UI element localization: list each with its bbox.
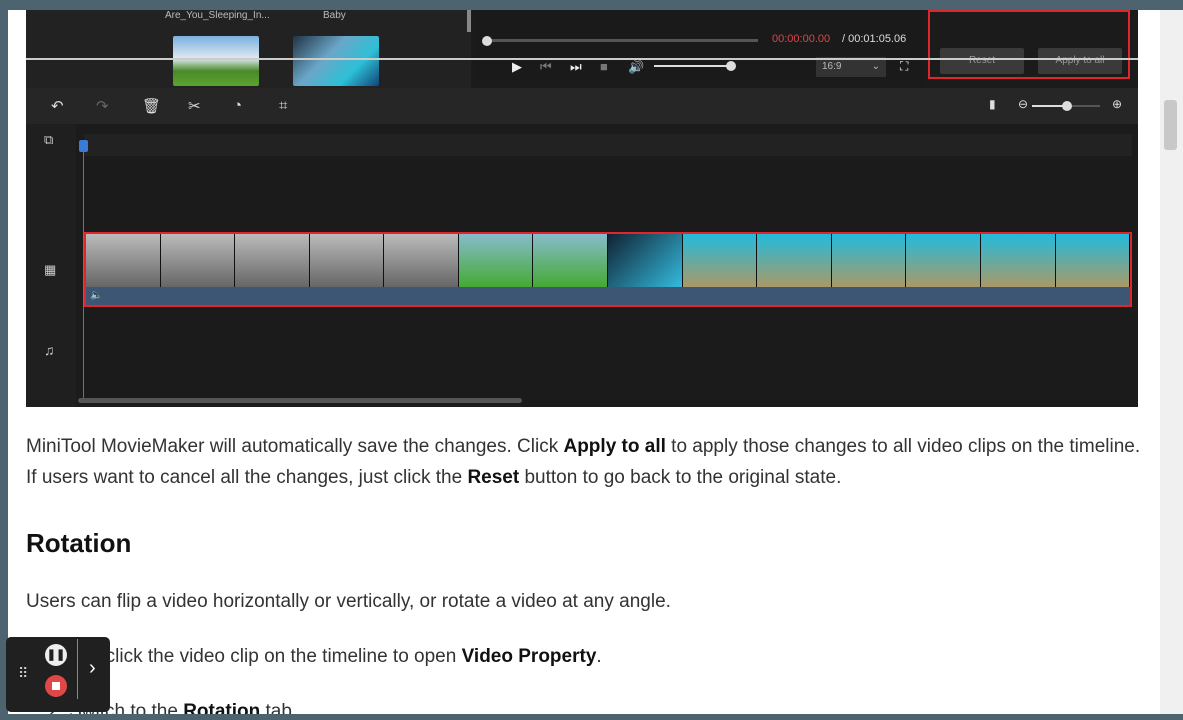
redo-icon[interactable]: ↷ [96,97,109,115]
article-page: Are_You_Sleeping_In... Baby 00:00:00.00 … [8,10,1160,714]
section-heading: Rotation [26,528,132,558]
next-frame-icon[interactable]: ⏭ [570,59,582,75]
volume-slider[interactable] [654,65,732,67]
zoom-out-icon[interactable]: ⊖ [1018,97,1028,111]
fit-icon[interactable]: ▮ [989,97,996,111]
track-headers: ⧉ ▦ ♫ [26,124,76,407]
total-time: / 00:01:05.06 [842,33,907,45]
stop-record-button[interactable] [45,675,67,697]
seek-knob[interactable] [482,36,492,46]
media-caption: Are_You_Sleeping_In... [165,10,270,21]
empty-track [84,134,1132,156]
zoom-in-icon[interactable]: ⊕ [1112,97,1122,111]
moviemaker-screenshot: Are_You_Sleeping_In... Baby 00:00:00.00 … [26,10,1138,407]
apply-to-all-button[interactable]: Apply to all [1038,48,1122,74]
speed-icon[interactable]: ◔ [233,97,242,114]
divider [77,639,78,699]
media-caption: Baby [323,10,346,21]
media-thumbnail[interactable] [293,36,379,86]
prev-frame-icon[interactable]: ⏮ [540,59,552,75]
media-library: Are_You_Sleeping_In... Baby [26,10,471,88]
aspect-ratio-select[interactable]: 16:9 ⌄ [816,57,886,77]
scrollbar-thumb[interactable] [1164,100,1177,150]
volume-icon[interactable]: 🔊 [628,59,644,75]
fullscreen-icon[interactable]: ⛶ [900,59,908,74]
video-clip[interactable]: 🔈 [84,232,1132,307]
overlay-line [26,58,1138,60]
chevron-down-icon: ⌄ [871,61,880,72]
video-track-icon: ▦ [44,262,57,277]
paragraph: Users can flip a video horizontally or v… [26,591,671,612]
stop-icon[interactable]: ■ [600,59,608,74]
step-2: 2. Switch to the Rotation tab. [48,701,298,714]
drag-handle-icon[interactable]: ⠿ [18,665,28,682]
chevron-right-icon[interactable]: › [89,657,96,680]
paragraph: MiniTool MovieMaker will automatically s… [26,436,1141,488]
aspect-ratio-value: 16:9 [822,61,842,72]
zoom-knob[interactable] [1062,101,1072,111]
volume-knob[interactable] [726,61,736,71]
step-1: 1. Double-click the video clip on the ti… [18,646,602,667]
add-track-icon[interactable]: ⧉ [44,132,53,148]
recording-controls: ⠿ ❚❚ › [6,637,110,712]
seek-bar[interactable] [486,39,758,42]
crop-icon[interactable]: ⌗ [279,97,287,114]
playhead[interactable] [79,140,88,402]
preview-player: 00:00:00.00 / 00:01:05.06 ▶ ⏮ ⏭ ■ 🔊 16:9… [474,10,924,86]
music-track-icon: ♫ [44,342,55,358]
reset-button[interactable]: Reset [940,48,1024,74]
clip-audio-icon[interactable]: 🔈 [90,290,102,301]
library-scrollbar[interactable] [467,10,471,32]
current-time: 00:00:00.00 [772,33,831,45]
timeline-toolbar: ↶ ↷ 🗑 ✂ ◔ ⌗ ▮ ⊖ ⊕ [26,88,1138,124]
highlighted-panel: Reset Apply to all [928,10,1130,79]
media-thumbnail[interactable] [173,36,259,86]
play-icon[interactable]: ▶ [512,59,522,75]
split-icon[interactable]: ✂ [188,97,201,115]
page-scrollbar[interactable] [1160,10,1183,714]
delete-icon[interactable]: 🗑 [142,97,161,115]
undo-icon[interactable]: ↶ [51,97,64,115]
pause-button[interactable]: ❚❚ [45,644,67,666]
timeline-scrollbar[interactable] [78,398,522,403]
